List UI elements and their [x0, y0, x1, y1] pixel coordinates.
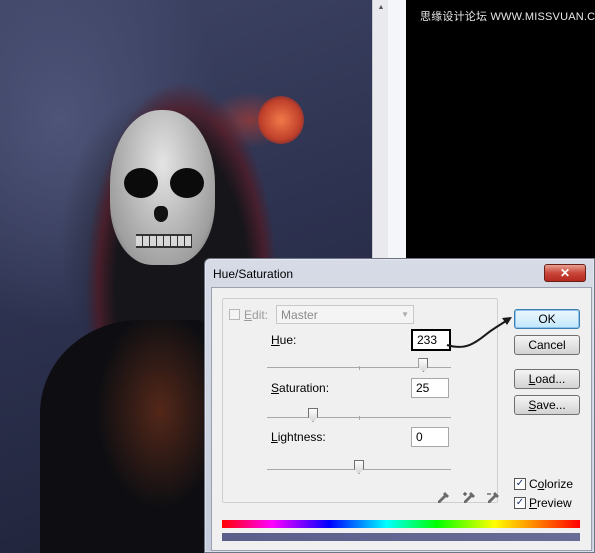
hue-slider-thumb[interactable] [418, 358, 429, 372]
eyedropper-icon[interactable] [436, 491, 450, 505]
saturation-slider[interactable] [267, 408, 451, 422]
vertical-scrollbar[interactable]: ▲ [372, 0, 388, 270]
lightness-slider-thumb[interactable] [354, 460, 364, 474]
slider-tick [359, 416, 360, 420]
watermark: 思缘设计论坛 WWW.MISSVUAN.COM [420, 11, 595, 23]
hue-input[interactable]: 233 [411, 329, 451, 351]
lightness-input[interactable]: 0 [411, 427, 449, 447]
chevron-down-icon: ▼ [401, 310, 410, 319]
adjustment-group: Edit: Master ▼ Hue: 233 Saturation: 25 L… [222, 298, 498, 503]
edit-dropdown: Master ▼ [276, 305, 415, 324]
window-edge [388, 0, 406, 270]
scroll-up-arrow-icon[interactable]: ▲ [375, 2, 387, 12]
left-eye-socket [124, 168, 158, 198]
dialog-titlebar[interactable]: Hue/Saturation ✕ [205, 259, 594, 286]
saturation-input[interactable]: 25 [411, 378, 449, 398]
colorize-check-icon[interactable]: ✓ [514, 478, 526, 490]
colorize-label: Colorize [529, 477, 574, 491]
result-color-bar [222, 533, 580, 541]
preview-label: Preview [529, 496, 572, 510]
lightness-slider[interactable] [267, 460, 451, 474]
dialog-client-area: Edit: Master ▼ Hue: 233 Saturation: 25 L… [211, 287, 592, 551]
close-button[interactable]: ✕ [544, 264, 586, 282]
teeth [136, 234, 192, 248]
skull-face [110, 110, 215, 265]
eyedropper-minus-icon[interactable] [486, 491, 500, 505]
eyedropper-plus-icon[interactable] [462, 491, 476, 505]
right-eye-socket [170, 168, 204, 198]
slider-tick [359, 366, 360, 370]
color-spectrum-bar [222, 520, 580, 528]
close-icon: ✕ [559, 266, 571, 280]
hair-flower [258, 96, 304, 144]
edit-label: Edit: [244, 307, 269, 322]
edit-dropdown-value: Master [281, 307, 318, 322]
hue-label: Hue: [271, 333, 297, 347]
preview-checkbox[interactable]: ✓ Preview [514, 496, 572, 510]
hue-saturation-dialog: Hue/Saturation ✕ Edit: Master ▼ Hue: 233 [204, 258, 595, 553]
preview-check-icon[interactable]: ✓ [514, 497, 526, 509]
saturation-label: Saturation: [271, 381, 330, 395]
save-button[interactable]: Save... [514, 395, 580, 415]
load-button[interactable]: Load... [514, 369, 580, 389]
lightness-label: Lightness: [271, 430, 326, 444]
dialog-title: Hue/Saturation [213, 267, 294, 281]
ok-button[interactable]: OK [514, 309, 580, 329]
edit-checkbox [229, 309, 240, 320]
saturation-slider-thumb[interactable] [308, 408, 318, 422]
cancel-button[interactable]: Cancel [514, 335, 580, 355]
nose-socket [154, 206, 168, 222]
colorize-checkbox[interactable]: ✓ Colorize [514, 477, 573, 491]
hue-slider[interactable] [267, 358, 451, 372]
edit-row: Edit: Master ▼ [229, 305, 415, 324]
